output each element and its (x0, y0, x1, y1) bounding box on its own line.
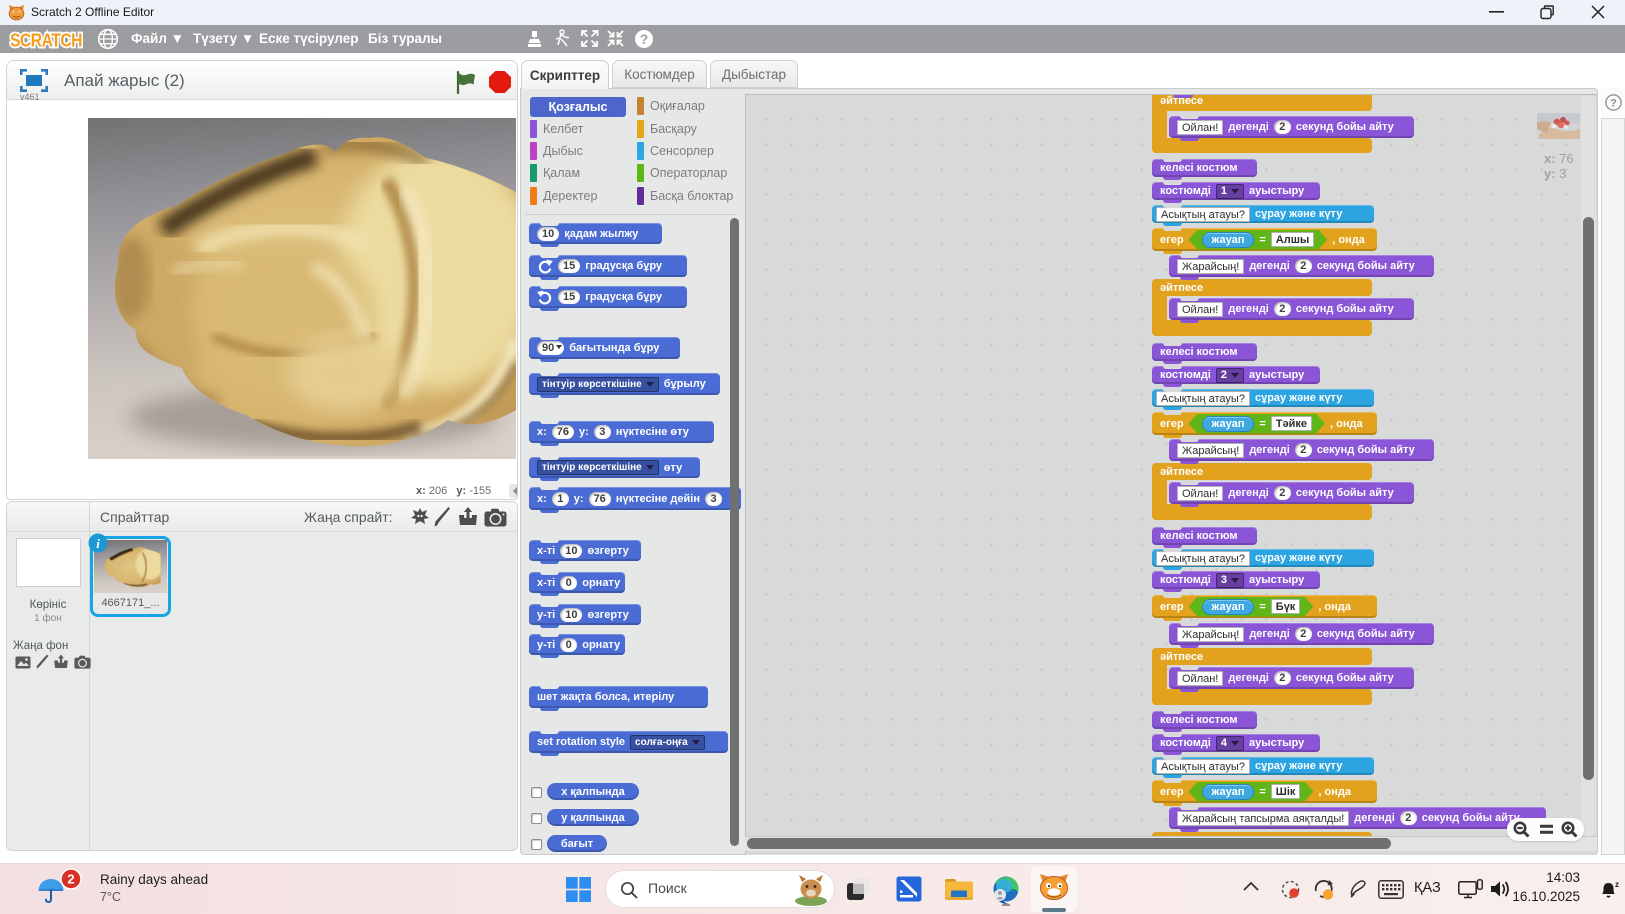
svg-text:?: ? (1610, 98, 1617, 110)
svg-text:2: 2 (67, 872, 74, 887)
svg-text:SCRATCH: SCRATCH (10, 30, 82, 50)
svg-text:?: ? (640, 31, 649, 47)
svg-text:z: z (1615, 880, 1619, 889)
svg-text:i: i (96, 536, 100, 551)
